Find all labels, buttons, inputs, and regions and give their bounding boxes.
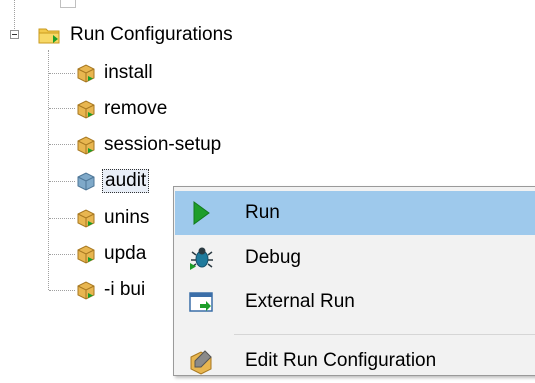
tree-item-unins[interactable]: unins	[76, 205, 151, 231]
tree-item-label: audit	[102, 169, 150, 193]
menu-item-run[interactable]: Run	[175, 191, 535, 235]
package-icon	[77, 245, 95, 264]
tree-item-label: upda	[104, 243, 147, 264]
external-run-icon	[189, 292, 213, 312]
package-icon	[77, 64, 95, 83]
menu-separator	[234, 334, 535, 335]
package-icon	[77, 136, 95, 155]
tree-connector	[14, 0, 15, 29]
tree-item-session-setup[interactable]: session-setup	[76, 132, 223, 158]
tree-item-remove[interactable]: remove	[76, 96, 169, 122]
run-icon	[193, 201, 210, 225]
menu-item-label: Edit Run Configuration	[245, 350, 437, 371]
package-icon	[77, 281, 95, 300]
partial-tree-node	[60, 0, 76, 8]
tree-item-i-bui[interactable]: -i bui	[76, 277, 147, 303]
tree-connector	[49, 218, 75, 219]
package-selected-icon	[77, 172, 95, 191]
tree-connector	[49, 290, 75, 291]
menu-item-external-run[interactable]: External Run	[175, 280, 535, 324]
tree-item-label: session-setup	[104, 134, 222, 155]
tree-item-upda[interactable]: upda	[76, 241, 148, 267]
tree-connector	[49, 144, 75, 145]
tree-item-label: install	[104, 62, 153, 83]
tree-item-audit[interactable]: audit	[76, 168, 150, 194]
tree-connector	[49, 181, 75, 182]
tree-item-label: -i bui	[104, 279, 146, 300]
menu-item-label: External Run	[245, 291, 355, 312]
tree-connector	[49, 73, 75, 74]
tree-connector	[49, 254, 75, 255]
tree-item-install[interactable]: install	[76, 60, 155, 86]
folder-run-icon	[38, 28, 60, 44]
tree-item-label: unins	[104, 207, 150, 228]
tree-folder-label: Run Configurations	[70, 24, 233, 45]
tree-connector	[49, 108, 75, 109]
menu-item-edit-run-configuration[interactable]: Edit Run Configuration	[175, 339, 535, 383]
edit-config-icon	[190, 350, 212, 375]
package-icon	[77, 100, 95, 119]
menu-item-label: Run	[245, 202, 280, 223]
collapse-toggle-icon[interactable]	[10, 30, 19, 39]
tree-folder-run-configurations[interactable]: Run Configurations	[38, 22, 235, 48]
menu-item-debug[interactable]: Debug	[175, 236, 535, 280]
debug-icon	[190, 247, 213, 270]
package-icon	[77, 209, 95, 228]
context-menu: Run Debug External Run Edit Run Configur…	[173, 186, 535, 376]
tree-item-label: remove	[104, 98, 168, 119]
menu-item-label: Debug	[245, 247, 301, 268]
